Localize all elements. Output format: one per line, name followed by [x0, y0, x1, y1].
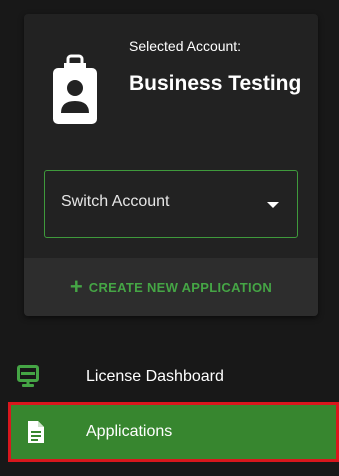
nav-item-applications[interactable]: Applications [8, 402, 339, 462]
dropdown-arrow-icon [267, 202, 279, 208]
nav-item-license-dashboard[interactable]: License Dashboard [0, 349, 339, 405]
switch-account-label: Switch Account [61, 193, 170, 210]
create-new-application-button[interactable]: + CREATE NEW APPLICATION [24, 258, 318, 316]
plus-icon: + [69, 274, 83, 299]
nav-label-applications: Applications [86, 423, 173, 440]
switch-account-select[interactable]: Switch Account [44, 170, 298, 238]
create-new-application-label: CREATE NEW APPLICATION [88, 279, 273, 295]
id-badge-icon [53, 54, 97, 124]
account-name: Business Testing [129, 72, 302, 95]
selected-account-caption: Selected Account: [129, 38, 242, 54]
monitor-icon [17, 365, 39, 387]
nav-label-license-dashboard: License Dashboard [86, 368, 224, 385]
account-card: Selected Account: Business Testing Switc… [24, 14, 318, 316]
document-icon [28, 421, 44, 443]
